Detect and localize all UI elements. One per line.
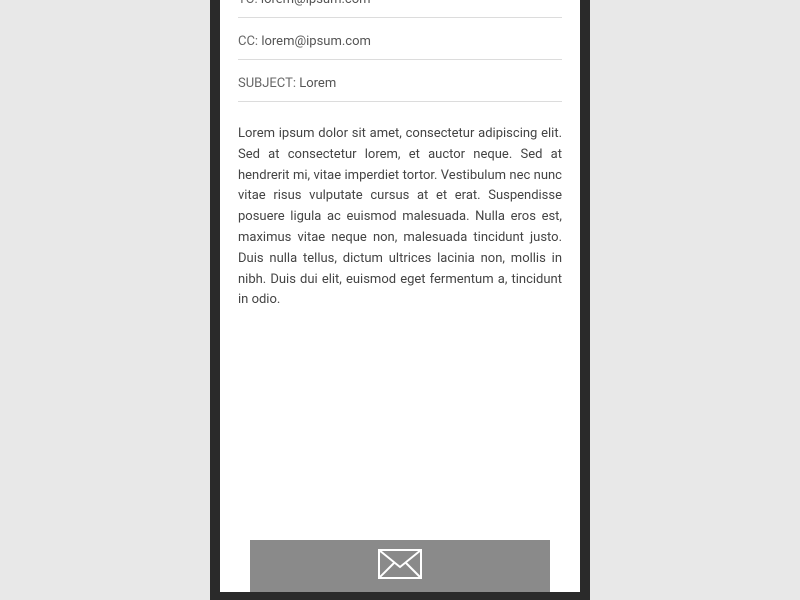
subject-label: SUBJECT:	[238, 76, 296, 91]
compose-screen: TO: lorem@ipsum.com CC: lorem@ipsum.com …	[220, 0, 580, 592]
to-value: lorem@ipsum.com	[261, 0, 371, 7]
cc-field[interactable]: CC: lorem@ipsum.com	[238, 18, 562, 60]
cc-label: CC:	[238, 34, 258, 49]
subject-field[interactable]: SUBJECT: Lorem	[238, 60, 562, 102]
envelope-icon	[378, 549, 422, 583]
subject-value: Lorem	[299, 76, 336, 91]
compose-content: TO: lorem@ipsum.com CC: lorem@ipsum.com …	[220, 0, 580, 311]
cc-value: lorem@ipsum.com	[261, 34, 371, 49]
to-label: TO:	[238, 0, 258, 7]
body-text[interactable]: Lorem ipsum dolor sit amet, consectetur …	[238, 102, 562, 311]
device-frame: TO: lorem@ipsum.com CC: lorem@ipsum.com …	[210, 0, 590, 600]
to-field[interactable]: TO: lorem@ipsum.com	[238, 0, 562, 18]
send-button[interactable]	[250, 540, 550, 592]
